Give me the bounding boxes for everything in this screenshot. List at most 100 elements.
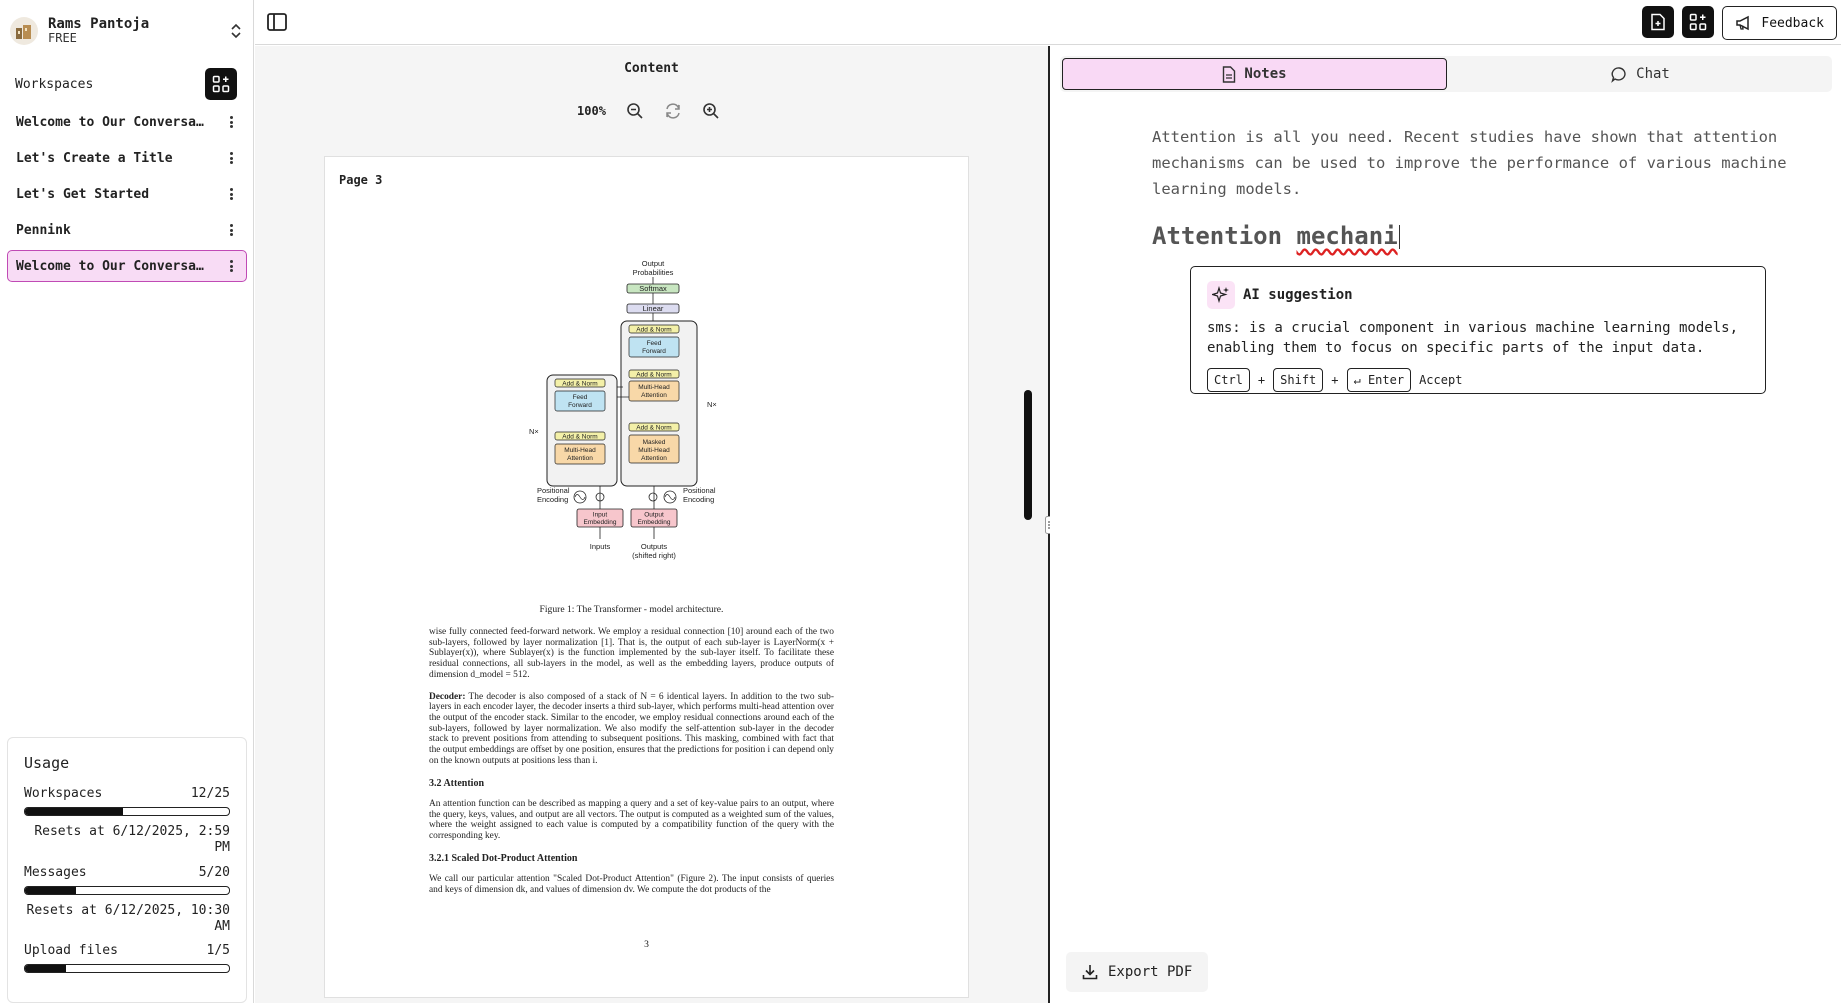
workspace-item-label: Pennink [16, 222, 71, 238]
svg-text:Forward: Forward [568, 402, 592, 409]
workspaces-usage-label: Workspaces [24, 786, 103, 801]
diagram-inputs: Inputs [590, 542, 611, 551]
workspaces-usage-value: 12/25 [190, 786, 230, 801]
svg-text:Encoding: Encoding [683, 495, 714, 504]
more-options-icon[interactable] [224, 222, 238, 238]
workspaces-header: Workspaces [15, 66, 237, 102]
paper-paragraph-1: wise fully connected feed-forward networ… [429, 627, 834, 680]
svg-text:Embedding: Embedding [638, 519, 671, 526]
zoom-level: 100% [577, 104, 606, 118]
svg-text:Feed: Feed [573, 394, 588, 401]
export-pdf-label: Export PDF [1108, 964, 1193, 980]
svg-text:Attention: Attention [641, 455, 667, 462]
account-switcher[interactable]: Rams Pantoja FREE [10, 10, 244, 52]
svg-text:Multi-Head: Multi-Head [638, 384, 670, 391]
paper-paragraph-3: An attention function can be described a… [429, 799, 834, 842]
svg-text:Forward: Forward [642, 348, 666, 355]
svg-text:Probabilities: Probabilities [633, 268, 674, 277]
svg-text:Output: Output [644, 512, 664, 519]
usage-panel: Usage Workspaces 12/25 Resets at 6/12/202… [7, 737, 247, 1003]
accept-label[interactable]: Accept [1419, 373, 1462, 387]
add-workspace-button[interactable] [205, 68, 237, 100]
svg-text:Multi-Head: Multi-Head [564, 447, 596, 454]
diagram-softmax: Softmax [639, 284, 667, 293]
workspace-item-label: Let's Get Started [16, 186, 150, 202]
svg-text:Outputs: Outputs [641, 542, 668, 551]
notes-pane: Notes Chat Attention is all you need. Re… [1050, 46, 1841, 1003]
download-icon [1082, 965, 1098, 980]
file-plus-icon [1651, 13, 1666, 31]
diagram-add-norm: Add & Norm [636, 327, 671, 334]
messages-usage-label: Messages [24, 864, 87, 880]
tab-notes[interactable]: Notes [1062, 58, 1447, 90]
ai-suggestion-title: AI suggestion [1243, 287, 1353, 303]
workspace-list: Welcome to Our Conversati... Let's Creat… [7, 106, 247, 286]
sidebar-toggle-icon[interactable] [265, 10, 289, 34]
svg-text:Add & Norm: Add & Norm [636, 372, 671, 379]
messages-progress-bar [24, 885, 230, 895]
zoom-out-icon [627, 103, 643, 119]
svg-text:Masked: Masked [643, 439, 666, 446]
svg-text:Positional: Positional [537, 486, 570, 495]
sidebar: Rams Pantoja FREE Workspaces Welcome to … [0, 0, 254, 1003]
more-options-icon[interactable] [224, 150, 238, 166]
zoom-out-button[interactable] [620, 96, 650, 126]
key-shift: Shift [1273, 368, 1324, 393]
account-plan: FREE [48, 31, 77, 46]
svg-text:Add & Norm: Add & Norm [636, 425, 671, 432]
avatar [10, 17, 38, 45]
svg-text:Add & Norm: Add & Norm [562, 434, 597, 441]
messages-reset-text: Resets at 6/12/2025, 10:30 AM [26, 902, 231, 934]
workspaces-progress-bar [24, 807, 230, 816]
zoom-in-icon [703, 103, 719, 119]
top-bar: Feedback [255, 0, 1841, 45]
zoom-in-button[interactable] [696, 96, 726, 126]
new-document-button[interactable] [1642, 6, 1675, 38]
chat-bubble-icon [1611, 66, 1626, 83]
page-number: 3 [644, 939, 649, 950]
reset-zoom-button[interactable] [658, 96, 688, 126]
workspace-item-active[interactable]: Welcome to Our Conversati... [7, 250, 247, 282]
content-title: Content [624, 61, 679, 76]
workspace-item-label: Let's Create a Title [16, 150, 173, 166]
workspace-item[interactable]: Pennink [7, 214, 247, 246]
decoder-lead: Decoder: [429, 691, 466, 702]
more-options-icon[interactable] [224, 258, 238, 274]
svg-text:Input: Input [593, 512, 608, 519]
svg-text:Add & Norm: Add & Norm [562, 381, 597, 388]
svg-text:Attention: Attention [567, 455, 593, 462]
misspelled-word: mechani [1296, 222, 1398, 250]
workspaces-reset-text: Resets at 6/12/2025, 2:59 PM [34, 824, 230, 856]
sparkles-icon [1207, 281, 1235, 309]
svg-text:N×: N× [707, 400, 717, 409]
uploads-usage-label: Upload files [24, 943, 118, 958]
workspace-item-label: Welcome to Our Conversati... [16, 114, 206, 130]
notes-chat-tabs: Notes Chat [1060, 56, 1832, 92]
paper-paragraph-2: Decoder: The decoder is also composed of… [429, 691, 834, 766]
workspace-item[interactable]: Let's Create a Title [7, 142, 247, 174]
more-options-icon[interactable] [224, 186, 238, 202]
document-icon [1223, 65, 1236, 83]
feedback-label: Feedback [1761, 15, 1824, 31]
workspace-item[interactable]: Welcome to Our Conversati... [7, 106, 247, 138]
uploads-usage-value: 1/5 [206, 943, 230, 958]
add-workspace-top-button[interactable] [1682, 6, 1715, 38]
svg-text:(shifted right): (shifted right) [632, 551, 676, 560]
workspaces-label: Workspaces [15, 76, 94, 92]
tab-notes-label: Notes [1244, 66, 1287, 82]
figure-caption: Figure 1: The Transformer - model archit… [539, 604, 724, 615]
subsection-heading: 3.2.1 Scaled Dot-Product Attention [429, 852, 578, 864]
note-paragraph[interactable]: Attention is all you need. Recent studie… [1152, 124, 1812, 202]
note-heading[interactable]: Attention mechani [1152, 222, 1400, 250]
scrollbar-thumb[interactable] [1024, 390, 1032, 520]
page-label: Page 3 [339, 173, 383, 187]
diagram-output-probs: Output [642, 259, 665, 268]
add-grid-icon [212, 75, 230, 93]
svg-text:Attention: Attention [641, 392, 667, 399]
workspace-item[interactable]: Let's Get Started [7, 178, 247, 210]
content-pane: Content 100% Page 3 Output Probabilities… [255, 46, 1048, 1003]
tab-chat[interactable]: Chat [1449, 56, 1832, 92]
export-pdf-button[interactable]: Export PDF [1066, 952, 1209, 992]
feedback-button[interactable]: Feedback [1722, 6, 1837, 40]
more-options-icon[interactable] [224, 114, 238, 130]
